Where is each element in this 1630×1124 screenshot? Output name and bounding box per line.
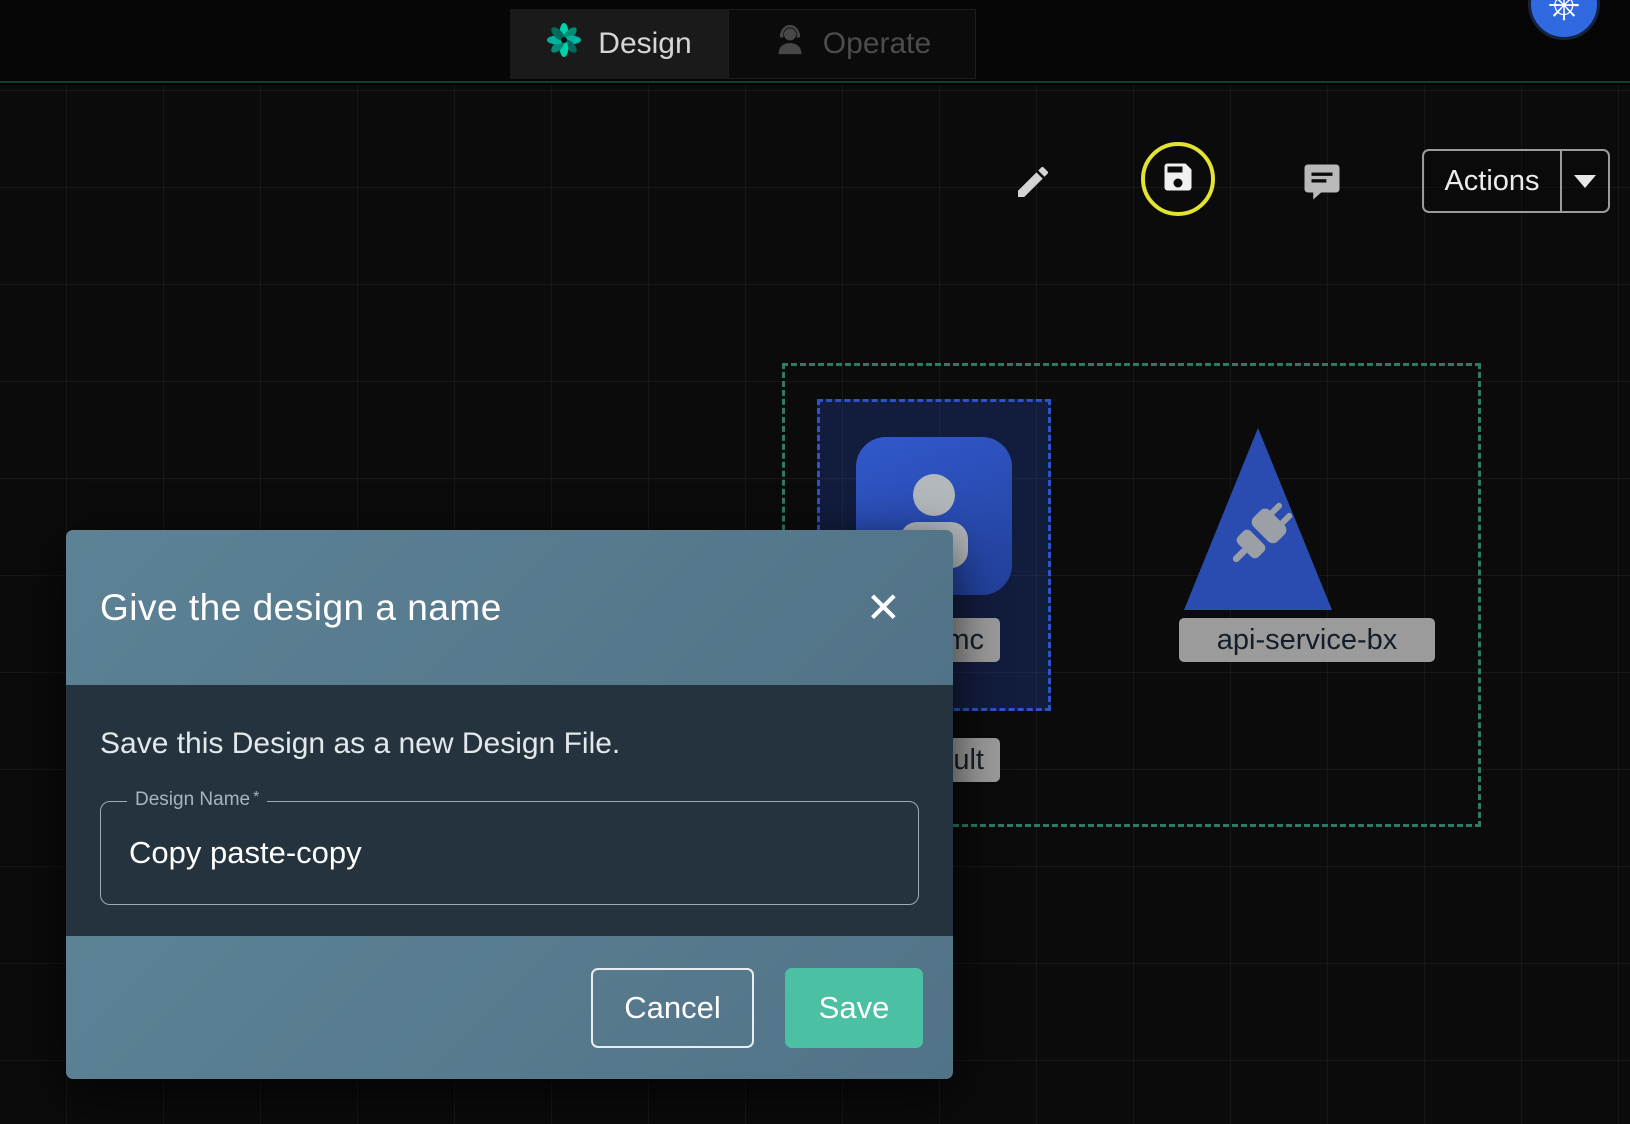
design-name-field: Design Name* (100, 801, 919, 905)
comment-icon (1300, 161, 1344, 208)
chevron-down-icon (1574, 175, 1596, 188)
save-button[interactable]: Save (785, 968, 923, 1048)
kubernetes-helm-icon: ⎈ (1548, 0, 1580, 27)
design-name-field-label: Design Name* (127, 789, 267, 811)
edit-design-button[interactable] (1012, 163, 1054, 205)
pencil-icon (1013, 162, 1053, 207)
comments-button[interactable] (1298, 162, 1346, 206)
api-node-label: api-service-bx (1179, 618, 1435, 662)
save-design-button-highlighted[interactable] (1141, 142, 1215, 216)
triangle-shape (1180, 424, 1336, 614)
save-design-modal: Give the design a name ✕ Save this Desig… (66, 530, 953, 1079)
modal-body: Save this Design as a new Design File. D… (66, 685, 953, 936)
actions-dropdown-button[interactable]: Actions (1422, 149, 1610, 213)
meshery-logo-icon (546, 22, 582, 66)
tab-operate-label: Operate (823, 27, 931, 61)
operator-person-icon (773, 23, 807, 65)
top-nav-bar: Design Operate (0, 0, 1630, 83)
modal-header: Give the design a name ✕ (66, 530, 953, 685)
save-floppy-icon (1160, 159, 1196, 200)
actions-caret-area[interactable] (1562, 151, 1608, 211)
design-name-input[interactable] (101, 802, 918, 904)
mode-tabs: Design Operate (510, 9, 976, 79)
tab-operate[interactable]: Operate (728, 9, 976, 79)
close-icon[interactable]: ✕ (866, 587, 901, 629)
modal-title: Give the design a name (100, 587, 502, 629)
required-asterisk: * (250, 789, 259, 806)
actions-button-label: Actions (1424, 151, 1560, 211)
design-name-label-text: Design Name (135, 789, 250, 810)
tab-design[interactable]: Design (510, 9, 728, 79)
api-service-node[interactable] (1180, 424, 1336, 614)
tab-design-label: Design (598, 27, 691, 61)
modal-footer: Cancel Save (66, 936, 953, 1079)
modal-description: Save this Design as a new Design File. (100, 727, 919, 761)
cancel-button[interactable]: Cancel (591, 968, 754, 1048)
